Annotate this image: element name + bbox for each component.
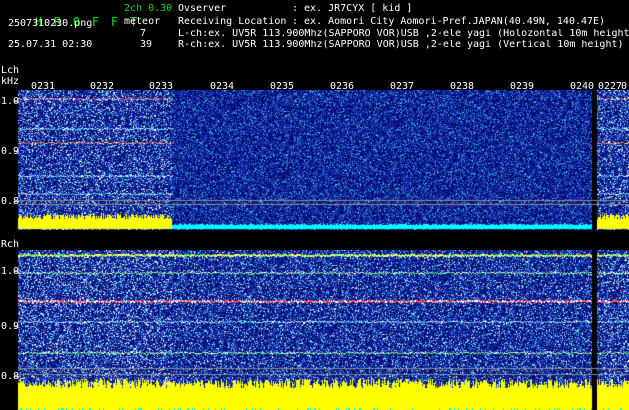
location-label: Receiving Location — [178, 16, 287, 27]
filename: 2507310230.png — [8, 18, 93, 29]
khz-unit-label: kHz — [1, 76, 20, 87]
rch-spectrogram — [0, 250, 629, 410]
mode-label: 2ch 0.30 — [124, 3, 173, 14]
meteor-count-rch: 39 — [140, 39, 153, 50]
hroff-window: HROFFT 2ch 0.30 2507310230.png meteor 25… — [0, 0, 629, 410]
rch-tick-1.0: 1.0 — [1, 266, 20, 277]
lch-label: Lch — [1, 65, 20, 76]
rch-label: Rch — [1, 239, 20, 250]
observer-value: : ex. JR7CYX [ kid ] — [292, 3, 413, 14]
lch-tick-0.8: 0.8 — [1, 196, 20, 207]
lch-tick-0.9: 0.9 — [1, 146, 20, 157]
rch-tick-0.9: 0.9 — [1, 321, 20, 332]
datetime: 25.07.31 02:30 — [8, 39, 93, 50]
rch-receiver-info: R-ch:ex. UV5R 113.900Mhz(SAPPORO VOR)USB… — [178, 40, 624, 50]
meteor-count-lch: 7 — [140, 28, 147, 39]
lch-spectrogram — [0, 90, 629, 230]
title-letter: F — [91, 15, 100, 29]
rch-tick-0.8: 0.8 — [1, 371, 20, 382]
lch-receiver-info: L-ch:ex. UV5R 113.900Mhz(SAPPORO VOR)USB… — [178, 29, 629, 39]
location-value: : ex. Aomori City Aomori-Pref.JAPAN(40.4… — [292, 16, 606, 27]
lch-tick-1.0: 1.0 — [1, 96, 20, 107]
meteor-label: meteor — [124, 16, 161, 27]
observer-label: Ovserver — [178, 3, 227, 14]
